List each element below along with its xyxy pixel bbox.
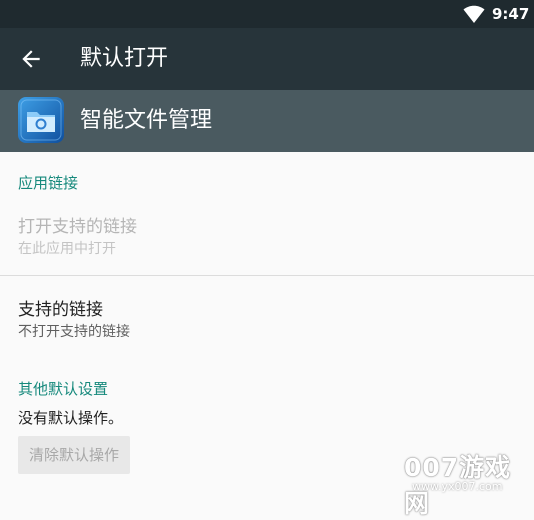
- open-supported-links-title: 打开支持的链接: [18, 217, 137, 237]
- app-name: 智能文件管理: [80, 108, 213, 133]
- divider: [0, 275, 534, 276]
- supported-links-title: 支持的链接: [18, 300, 103, 320]
- toolbar: 默认打开: [0, 28, 534, 90]
- watermark: 007游戏网 www.yx007.com: [404, 448, 530, 518]
- watermark-url: www.yx007.com: [412, 480, 503, 493]
- supported-links-subtitle: 不打开支持的链接: [18, 324, 130, 340]
- page-title: 默认打开: [80, 46, 169, 71]
- open-supported-links-subtitle: 在此应用中打开: [18, 241, 116, 257]
- status-time: 9:47: [492, 5, 530, 23]
- app-header: 智能文件管理: [0, 90, 534, 152]
- status-bar: 9:47: [0, 0, 534, 28]
- no-default-actions-text: 没有默认操作。: [18, 409, 124, 427]
- file-manager-app-icon: [18, 97, 64, 143]
- arrow-back-icon[interactable]: [18, 46, 44, 72]
- wifi-icon: [463, 5, 485, 23]
- section-title-other-defaults: 其他默认设置: [18, 380, 109, 398]
- clear-defaults-button[interactable]: 清除默认操作: [18, 436, 130, 474]
- section-title-app-links: 应用链接: [18, 174, 79, 192]
